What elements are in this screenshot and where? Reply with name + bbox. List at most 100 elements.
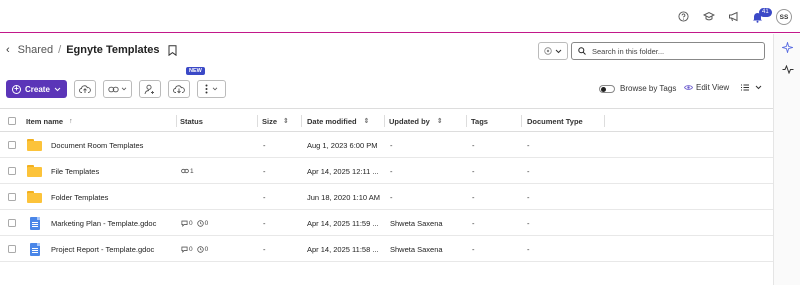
share-link-button[interactable] xyxy=(102,80,132,98)
shared-link-count: 1 xyxy=(190,167,194,175)
megaphone-icon[interactable] xyxy=(727,10,740,23)
shared-link-status[interactable]: 1 xyxy=(181,168,194,175)
item-document-type: - xyxy=(527,140,530,150)
item-name[interactable]: Document Room Templates xyxy=(51,132,143,158)
item-updated-by: Shweta Saxena xyxy=(390,218,443,228)
column-date-modified[interactable]: Date modified ⇕ xyxy=(302,109,385,133)
table-row[interactable]: Project Report - Template.gdoc 0 0 - Apr… xyxy=(0,236,773,262)
tasks-status[interactable]: 0 xyxy=(196,220,208,227)
column-tags[interactable]: Tags xyxy=(467,109,522,133)
chevron-down-icon xyxy=(555,49,562,53)
gdoc-icon xyxy=(30,216,40,230)
row-checkbox[interactable] xyxy=(8,167,16,175)
table-row[interactable]: File Templates 1 - Apr 14, 2025 12:11 ..… xyxy=(0,158,773,184)
bookmark-icon[interactable] xyxy=(168,44,177,56)
view-mode-dropdown[interactable] xyxy=(741,84,762,91)
item-document-type: - xyxy=(527,166,530,176)
sort-toggle-icon: ⇕ xyxy=(283,118,289,125)
download-button[interactable] xyxy=(167,80,190,98)
chevron-down-icon xyxy=(121,87,127,91)
item-updated-by: - xyxy=(390,140,393,150)
cloud-download-icon xyxy=(172,85,185,94)
column-document-type[interactable]: Document Type xyxy=(522,109,605,133)
item-document-type: - xyxy=(527,192,530,202)
item-size: - xyxy=(263,244,266,254)
item-date-modified: Apr 14, 2025 11:59 ... xyxy=(307,218,379,228)
row-checkbox[interactable] xyxy=(8,193,16,201)
notification-count-badge: 41 xyxy=(759,8,772,17)
table-row[interactable]: Marketing Plan - Template.gdoc 0 0 - Apr… xyxy=(0,210,773,236)
item-tags: - xyxy=(472,218,475,228)
breadcrumb-separator: / xyxy=(58,44,62,56)
share-users-button[interactable] xyxy=(138,80,161,98)
activity-icon[interactable] xyxy=(781,63,794,76)
column-item-name[interactable]: Item name ↑ xyxy=(22,109,177,133)
column-size[interactable]: Size ⇕ xyxy=(258,109,302,133)
item-document-type: - xyxy=(527,244,530,254)
table-header: Item name ↑ Status Size ⇕ Date modified … xyxy=(0,108,773,132)
item-date-modified: Jun 18, 2020 1:10 AM xyxy=(307,192,380,202)
browse-by-tags-toggle[interactable] xyxy=(599,84,615,93)
item-size: - xyxy=(263,166,266,176)
comments-status[interactable]: 0 xyxy=(181,220,193,227)
column-item-name-label: Item name xyxy=(26,116,64,126)
item-date-modified: Aug 1, 2023 6:00 PM xyxy=(307,140,378,150)
main-content: ‹ Shared / Egnyte Templates + Create xyxy=(0,34,773,285)
edit-view-button[interactable]: Edit View xyxy=(684,83,729,92)
user-share-icon xyxy=(144,84,155,94)
item-tags: - xyxy=(472,166,475,176)
search-scope-dropdown[interactable] xyxy=(538,42,568,60)
tasks-count: 0 xyxy=(204,245,209,253)
comments-count: 0 xyxy=(189,245,193,253)
item-updated-by: - xyxy=(390,192,393,202)
toolbar: + Create xyxy=(6,80,226,98)
help-icon[interactable] xyxy=(677,10,690,23)
list-view-icon xyxy=(741,84,749,91)
column-updated-by[interactable]: Updated by ⇕ xyxy=(385,109,467,133)
comments-status[interactable]: 0 xyxy=(181,246,193,253)
create-button-label: Create xyxy=(25,84,50,94)
item-tags: - xyxy=(472,140,475,150)
search-icon xyxy=(578,47,586,55)
gdoc-icon xyxy=(30,242,40,256)
user-avatar[interactable]: SS xyxy=(776,9,792,25)
ai-sparkle-icon[interactable] xyxy=(781,41,794,54)
search-input[interactable] xyxy=(592,46,762,56)
graduation-cap-icon[interactable] xyxy=(702,10,715,23)
item-name[interactable]: Folder Templates xyxy=(51,184,108,210)
item-name[interactable]: Project Report - Template.gdoc xyxy=(51,236,154,262)
comment-icon xyxy=(181,220,188,227)
more-vertical-icon xyxy=(205,84,208,94)
column-status-label: Status xyxy=(180,116,203,126)
tasks-status[interactable]: 0 xyxy=(196,245,209,253)
item-document-type: - xyxy=(527,218,530,228)
breadcrumb-shared-link[interactable]: Shared xyxy=(18,44,53,56)
folder-icon xyxy=(27,139,42,151)
item-updated-by: - xyxy=(390,166,393,176)
item-name[interactable]: Marketing Plan - Template.gdoc xyxy=(51,210,156,236)
row-checkbox[interactable] xyxy=(8,245,16,253)
select-all-checkbox[interactable] xyxy=(8,117,16,125)
table-row[interactable]: Document Room Templates - Aug 1, 2023 6:… xyxy=(0,132,773,158)
chevron-down-icon xyxy=(212,87,218,91)
new-badge: NEW xyxy=(186,67,205,75)
more-actions-button[interactable] xyxy=(196,80,226,98)
back-chevron-icon[interactable]: ‹ xyxy=(6,44,10,56)
upload-button[interactable] xyxy=(73,80,96,98)
item-updated-by: Shweta Saxena xyxy=(390,244,443,254)
item-size: - xyxy=(263,140,266,150)
item-date-modified: Apr 14, 2025 11:58 ... xyxy=(307,244,379,254)
column-status[interactable]: Status xyxy=(177,109,258,133)
column-document-type-label: Document Type xyxy=(527,116,583,126)
item-size: - xyxy=(263,192,266,202)
link-icon xyxy=(181,168,189,174)
browse-by-tags-label: Browse by Tags xyxy=(620,84,677,93)
item-tags: - xyxy=(472,244,475,254)
row-checkbox[interactable] xyxy=(8,141,16,149)
cloud-upload-icon xyxy=(78,85,91,93)
item-name[interactable]: File Templates xyxy=(51,158,99,184)
create-button[interactable]: + Create xyxy=(6,80,67,98)
table-row[interactable]: Folder Templates - Jun 18, 2020 1:10 AM … xyxy=(0,184,773,210)
row-checkbox[interactable] xyxy=(8,219,16,227)
page-title: Egnyte Templates xyxy=(66,44,160,56)
